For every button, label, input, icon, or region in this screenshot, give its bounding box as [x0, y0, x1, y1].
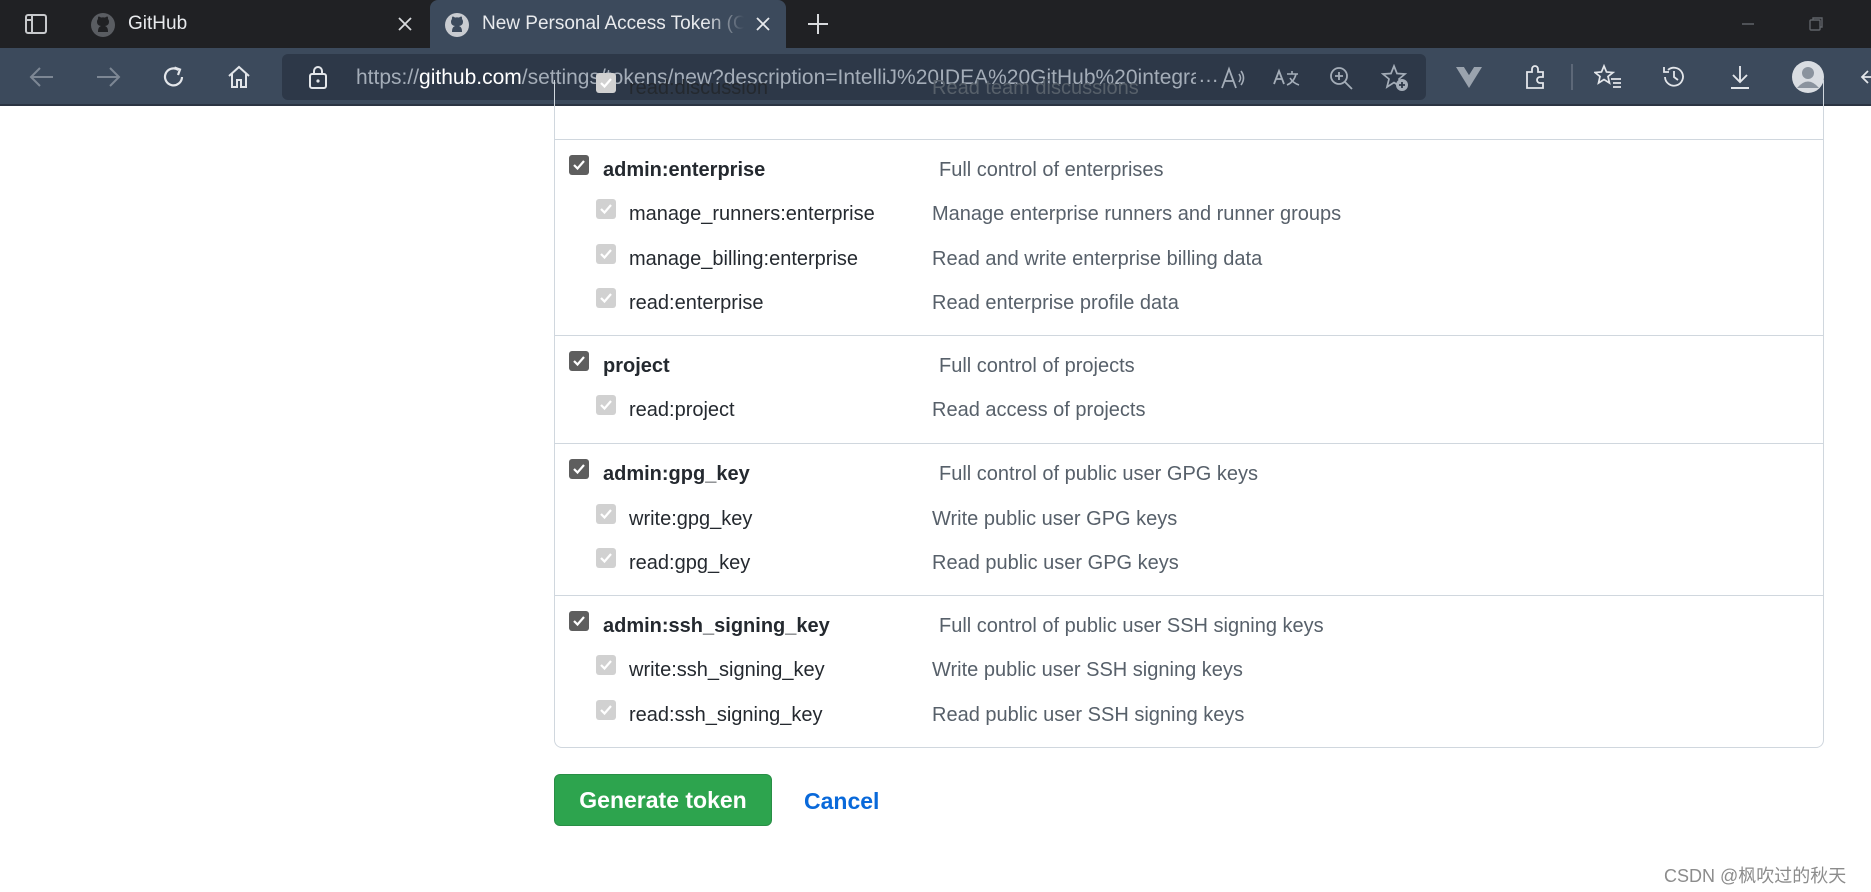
- scope-row-parent: admin:gpg_key Full control of public use…: [555, 451, 1823, 495]
- scope-description: Manage enterprise runners and runner gro…: [932, 203, 1342, 225]
- scope-name: read:project: [629, 399, 735, 421]
- tab-github[interactable]: GitHub: [76, 0, 428, 48]
- scope-description: Read public user SSH signing keys: [932, 704, 1245, 726]
- generate-token-button[interactable]: Generate token: [554, 774, 772, 826]
- scope-checkbox-disabled[interactable]: [596, 548, 616, 568]
- scope-description: Full control of public user SSH signing …: [939, 615, 1324, 637]
- forward-icon[interactable]: [91, 60, 125, 94]
- scope-checkbox-disabled[interactable]: [596, 504, 616, 524]
- scope-group-admin-enterprise: admin:enterprise Full control of enterpr…: [555, 139, 1823, 335]
- github-icon: [444, 12, 470, 38]
- scope-description: Write public user GPG keys: [932, 508, 1178, 530]
- scope-name: admin:ssh_signing_key: [603, 615, 830, 637]
- menu-icon[interactable]: [1860, 70, 1871, 84]
- reload-icon[interactable]: [157, 60, 191, 94]
- browser-tab-bar: GitHub New Personal Access Token (Classi…: [0, 0, 1871, 48]
- scope-description: Full control of public user GPG keys: [939, 463, 1259, 485]
- scope-name: admin:enterprise: [603, 159, 766, 181]
- scope-checkbox-checked[interactable]: [569, 459, 589, 479]
- scope-description: Write public user SSH signing keys: [932, 659, 1243, 681]
- scope-name: write:gpg_key: [629, 508, 753, 530]
- scope-checkbox[interactable]: [596, 73, 616, 93]
- scope-checkbox-disabled[interactable]: [596, 244, 616, 264]
- scope-checkbox-disabled[interactable]: [596, 288, 616, 308]
- scope-checkbox-disabled[interactable]: [596, 700, 616, 720]
- close-tab-icon[interactable]: [752, 13, 774, 35]
- back-icon[interactable]: [25, 60, 59, 94]
- scope-name: manage_runners:enterprise: [629, 203, 875, 225]
- scope-description: Full control of projects: [939, 355, 1135, 377]
- scope-name: write:ssh_signing_key: [629, 659, 825, 681]
- scope-name: read:discussion: [629, 77, 768, 99]
- scope-row-child: write:ssh_signing_key Write public user …: [555, 647, 1823, 691]
- github-icon: [90, 12, 116, 38]
- tab-actions-icon[interactable]: [24, 12, 48, 36]
- restore-icon[interactable]: [1806, 14, 1826, 34]
- scope-row-child: manage_billing:enterprise Read and write…: [555, 236, 1823, 280]
- scope-name: manage_billing:enterprise: [629, 248, 859, 270]
- lock-icon[interactable]: [306, 64, 330, 90]
- scope-name: read:ssh_signing_key: [629, 704, 823, 726]
- tab-title: New Personal Access Token (Classic): [482, 13, 744, 34]
- scope-row-child: read:enterprise Read enterprise profile …: [555, 280, 1823, 324]
- cancel-link[interactable]: Cancel: [804, 788, 879, 814]
- scope-description: Read public user GPG keys: [932, 552, 1179, 574]
- scope-row-child: read:gpg_key Read public user GPG keys: [555, 540, 1823, 584]
- scope-group-admin-ssh-signing-key: admin:ssh_signing_key Full control of pu…: [555, 595, 1823, 748]
- scope-row-parent: admin:enterprise Full control of enterpr…: [555, 147, 1823, 191]
- scope-checkbox-checked[interactable]: [569, 155, 589, 175]
- scope-checkbox-checked[interactable]: [569, 351, 589, 371]
- scope-name: read:gpg_key: [629, 552, 751, 574]
- scope-row-child: read:project Read access of projects: [555, 387, 1823, 431]
- scope-row-read-discussion: read:discussion Read team discussions: [555, 65, 1823, 109]
- scope-name: read:enterprise: [629, 292, 764, 314]
- watermark: CSDN @枫吹过的秋天: [1664, 866, 1847, 886]
- scope-checkbox-disabled[interactable]: [596, 199, 616, 219]
- scope-row-parent: admin:ssh_signing_key Full control of pu…: [555, 603, 1823, 647]
- scope-checkbox-checked[interactable]: [569, 611, 589, 631]
- scope-row-child: read:ssh_signing_key Read public user SS…: [555, 692, 1823, 736]
- scope-checkbox-disabled[interactable]: [596, 395, 616, 415]
- scope-description: Read access of projects: [932, 399, 1146, 421]
- tab-title: GitHub: [128, 13, 188, 34]
- close-tab-icon[interactable]: [394, 13, 416, 35]
- scope-name: admin:gpg_key: [603, 463, 750, 485]
- url-prefix: https://: [356, 66, 420, 89]
- scope-group-admin-gpg-key: admin:gpg_key Full control of public use…: [555, 443, 1823, 595]
- scope-row-parent: project Full control of projects: [555, 343, 1823, 387]
- minimize-icon[interactable]: [1738, 14, 1758, 34]
- scopes-table: read:discussion Read team discussions ad…: [554, 73, 1824, 748]
- scope-checkbox-disabled[interactable]: [596, 655, 616, 675]
- scope-row-child: write:gpg_key Write public user GPG keys: [555, 496, 1823, 540]
- scope-name: project: [603, 355, 670, 377]
- scope-row-child: manage_runners:enterprise Manage enterpr…: [555, 191, 1823, 235]
- tab-new-token[interactable]: New Personal Access Token (Classic): [430, 0, 786, 48]
- new-tab-icon[interactable]: [804, 10, 832, 38]
- scope-description: Read and write enterprise billing data: [932, 248, 1263, 270]
- scope-description: Read enterprise profile data: [932, 292, 1179, 314]
- scope-description: Full control of enterprises: [939, 159, 1164, 181]
- scope-description: Read team discussions: [932, 77, 1139, 99]
- url-host: github.com: [419, 66, 522, 89]
- home-icon[interactable]: [222, 60, 256, 94]
- scope-group-project: project Full control of projects read:pr…: [555, 335, 1823, 443]
